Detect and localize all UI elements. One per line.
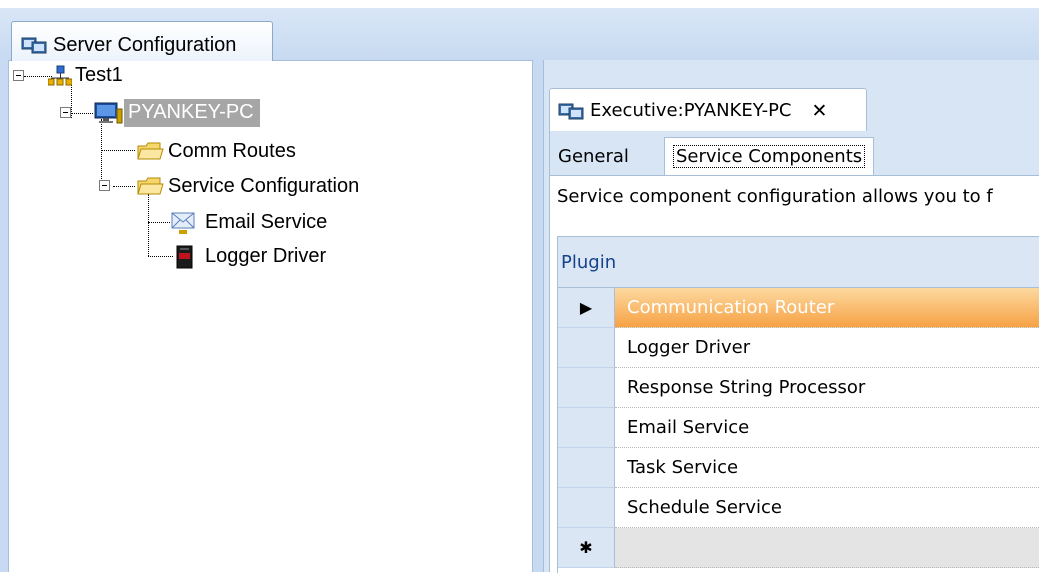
plugin-cell[interactable]: Task Service: [615, 448, 1039, 488]
folder-icon: [137, 177, 164, 195]
plugin-cell[interactable]: Logger Driver: [615, 328, 1039, 368]
plugin-grid: Plugin ▶ Communication Router Logger Dri…: [557, 236, 1039, 573]
plugin-cell[interactable]: Response String Processor: [615, 368, 1039, 408]
document-area: Executive:PYANKEY-PC ✕ General Service C…: [544, 60, 1039, 573]
computer-icon: [94, 102, 123, 124]
tab-general[interactable]: General: [550, 137, 637, 175]
plugin-cell[interactable]: Email Service: [615, 408, 1039, 448]
row-header[interactable]: [558, 368, 615, 408]
tree-node-service-configuration[interactable]: Service Configuration: [168, 175, 359, 198]
logger-device-icon: [176, 245, 193, 269]
server-config-icon: [558, 103, 584, 119]
tree-connector: [148, 222, 170, 223]
new-row[interactable]: ✱: [558, 528, 1039, 568]
expand-test1[interactable]: [13, 70, 24, 81]
table-row[interactable]: ▶ Communication Router: [558, 288, 1039, 328]
document-body: General Service Components Service compo…: [549, 131, 1039, 573]
panel-splitter[interactable]: [532, 60, 544, 572]
row-header[interactable]: [558, 488, 615, 528]
tree-connector: [101, 119, 102, 187]
folder-icon: [137, 142, 164, 160]
table-row[interactable]: Schedule Service: [558, 488, 1039, 528]
main-tab-label: Server Configuration: [53, 33, 237, 56]
doc-tab-label: Executive:PYANKEY-PC: [590, 100, 792, 121]
new-row-cell[interactable]: [615, 528, 1039, 568]
left-frame: [0, 60, 9, 572]
server-tree: Test1 PYANKEY-PC Comm Routes Service Con…: [9, 61, 532, 572]
plugin-cell[interactable]: Communication Router: [615, 288, 1039, 328]
subtab-strip: General Service Components: [550, 131, 1039, 176]
tree-connector: [113, 186, 135, 187]
row-header[interactable]: [558, 448, 615, 488]
table-row[interactable]: Response String Processor: [558, 368, 1039, 408]
row-header[interactable]: [558, 328, 615, 368]
table-row[interactable]: Logger Driver: [558, 328, 1039, 368]
plugin-cell[interactable]: Schedule Service: [615, 488, 1039, 528]
tree-node-comm-routes[interactable]: Comm Routes: [168, 140, 296, 163]
tree-connector: [101, 150, 135, 151]
tree-node-logger-driver[interactable]: Logger Driver: [205, 245, 326, 268]
tree-node-pyankey-pc[interactable]: PYANKEY-PC: [124, 99, 260, 127]
new-row-asterisk-icon[interactable]: ✱: [558, 528, 615, 568]
row-header[interactable]: [558, 408, 615, 448]
table-row[interactable]: Email Service: [558, 408, 1039, 448]
tab-service-components[interactable]: Service Components: [664, 137, 875, 175]
top-strip: [0, 0, 1039, 8]
tree-node-test1[interactable]: Test1: [75, 64, 123, 87]
close-icon[interactable]: ✕: [812, 100, 828, 122]
tree-connector: [71, 113, 93, 114]
expand-pyankey-pc[interactable]: [60, 107, 71, 118]
header-bar: Server Configuration: [0, 8, 1039, 68]
envelope-icon: [171, 212, 195, 234]
column-header-plugin[interactable]: Plugin: [558, 237, 1039, 288]
tree-node-email-service[interactable]: Email Service: [205, 211, 327, 234]
expand-service-configuration[interactable]: [99, 180, 110, 191]
tab-service-components-label: Service Components: [673, 145, 866, 168]
tab-executive[interactable]: Executive:PYANKEY-PC ✕: [549, 88, 867, 132]
tree-connector: [148, 256, 173, 257]
network-icon: [48, 65, 72, 86]
description-text: Service component configuration allows y…: [557, 186, 993, 207]
server-config-icon: [21, 37, 47, 54]
tree-connector: [148, 194, 149, 256]
row-selector-icon[interactable]: ▶: [558, 288, 615, 328]
table-row[interactable]: Task Service: [558, 448, 1039, 488]
